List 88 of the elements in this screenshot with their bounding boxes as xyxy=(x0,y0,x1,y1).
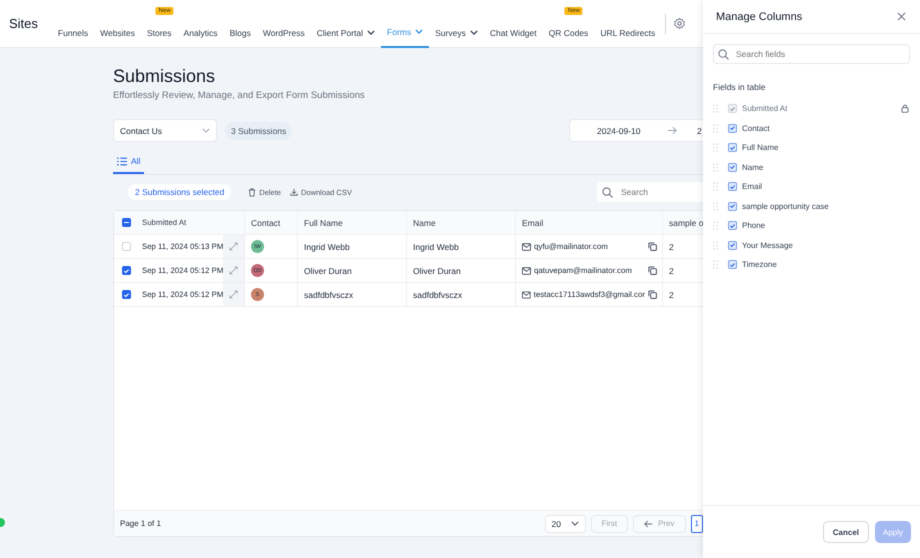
cancel-button[interactable]: Cancel xyxy=(822,521,869,543)
row-checkbox[interactable] xyxy=(122,266,131,275)
nav-tab[interactable]: Client Portal xyxy=(310,18,382,48)
column-header: Email xyxy=(516,211,663,234)
close-icon[interactable] xyxy=(897,12,906,21)
search-icon xyxy=(718,48,729,60)
column-header: Full Name xyxy=(298,211,407,234)
copy-icon[interactable] xyxy=(648,242,657,251)
nav-tab[interactable]: Blogs xyxy=(224,18,257,48)
page-number-button[interactable]: 1 xyxy=(690,514,703,532)
table-cell: Ingrid Webb xyxy=(407,235,516,258)
drag-handle-icon[interactable] xyxy=(713,143,718,152)
page-subtitle: Effortlessly Review, Manage, and Export Form Submissions xyxy=(113,90,366,101)
drag-handle-icon[interactable] xyxy=(713,240,718,250)
lock-icon xyxy=(901,104,909,114)
chevron-down-icon xyxy=(570,521,579,526)
arrow-right-icon xyxy=(667,126,677,135)
table-cell-text: 2 xyxy=(668,264,675,278)
field-checkbox[interactable] xyxy=(728,124,737,133)
table-cell: Oliver Duran xyxy=(298,259,407,282)
drag-handle-icon[interactable] xyxy=(713,104,718,114)
drag-handle-icon[interactable] xyxy=(713,260,718,270)
submission-count: 3 Submissions xyxy=(225,122,292,140)
select-all-checkbox[interactable] xyxy=(122,218,131,227)
nav-tab[interactable]: WordPress xyxy=(256,18,311,48)
table-cell: sadfdbfvsczx xyxy=(298,283,407,306)
column-header: Contact xyxy=(245,211,298,234)
row-checkbox[interactable] xyxy=(122,290,131,299)
field-label: sample opportunity case xyxy=(742,202,830,211)
field-label: Full Name xyxy=(742,143,780,152)
field-checkbox[interactable] xyxy=(728,202,737,211)
search-field[interactable]: Search xyxy=(597,182,703,202)
drag-handle-icon[interactable] xyxy=(713,221,718,230)
mail-icon xyxy=(522,266,531,274)
field-checkbox[interactable] xyxy=(728,182,737,192)
nav-tab[interactable]: Surveys xyxy=(429,18,484,48)
table-cell: Oliver Duran xyxy=(407,259,516,282)
nav-tab[interactable]: Analytics xyxy=(178,18,224,48)
field-label: Name xyxy=(742,162,764,172)
search-icon xyxy=(602,186,613,198)
drag-handle-icon[interactable] xyxy=(713,162,718,172)
table-cell-text: 2 xyxy=(668,288,675,302)
chevron-down-icon xyxy=(202,128,210,133)
nav-tab[interactable]: Stores xyxy=(140,18,178,48)
table-cell-text: 2 xyxy=(668,240,675,254)
download-icon xyxy=(290,188,298,196)
date-range-field[interactable]: 2024-09-10 2 xyxy=(569,119,703,142)
mail-icon xyxy=(522,290,531,298)
nav-tab[interactable]: QR Codes xyxy=(542,18,594,48)
brand-title: Sites xyxy=(9,16,38,31)
nav-tab[interactable]: URL Redirects xyxy=(594,18,662,48)
table-cell: Ingrid Webb xyxy=(298,235,407,258)
trash-icon xyxy=(248,188,256,196)
drag-handle-icon[interactable] xyxy=(713,124,718,133)
field-label: Phone xyxy=(742,221,766,230)
field-checkbox[interactable] xyxy=(728,162,737,172)
field-label: Email xyxy=(742,182,764,192)
section-heading: Fields in table xyxy=(713,82,766,92)
field-label: Submitted At xyxy=(742,104,788,114)
field-checkbox[interactable] xyxy=(728,143,737,152)
search-fields-input[interactable]: Search fields xyxy=(713,44,910,64)
field-checkbox[interactable] xyxy=(728,240,737,250)
column-header: sample o xyxy=(668,216,703,230)
page-indicator: Page 1 of 1 xyxy=(120,519,161,528)
nav-tab[interactable]: Websites xyxy=(94,18,141,48)
nav-tab[interactable]: Chat Widget xyxy=(484,18,543,48)
table-cell: sadfdbfvsczx xyxy=(407,283,516,306)
field-label: Timezone xyxy=(742,260,778,270)
nav-tab[interactable]: Funnels xyxy=(52,18,94,48)
drag-handle-icon[interactable] xyxy=(713,202,718,211)
field-label: Your Message xyxy=(742,240,794,250)
field-checkbox[interactable] xyxy=(728,221,737,230)
page-size-select[interactable]: 20 xyxy=(544,514,586,532)
form-select[interactable]: Contact Us xyxy=(113,119,217,142)
copy-icon[interactable] xyxy=(648,290,657,299)
drag-handle-icon[interactable] xyxy=(713,182,718,192)
panel-title: Manage Columns xyxy=(716,10,802,22)
column-header: Name xyxy=(407,211,516,234)
copy-icon[interactable] xyxy=(648,266,657,275)
view-tab[interactable]: All xyxy=(113,152,144,174)
field-checkbox[interactable] xyxy=(728,260,737,270)
page-title: Submissions xyxy=(113,66,216,87)
list-icon xyxy=(117,156,127,166)
mail-icon xyxy=(522,242,531,250)
field-label: Contact xyxy=(742,124,771,133)
arrow-left-icon xyxy=(644,520,654,528)
selection-count-badge: 2 Submissions selected xyxy=(128,184,232,200)
settings-icon[interactable] xyxy=(673,17,686,30)
